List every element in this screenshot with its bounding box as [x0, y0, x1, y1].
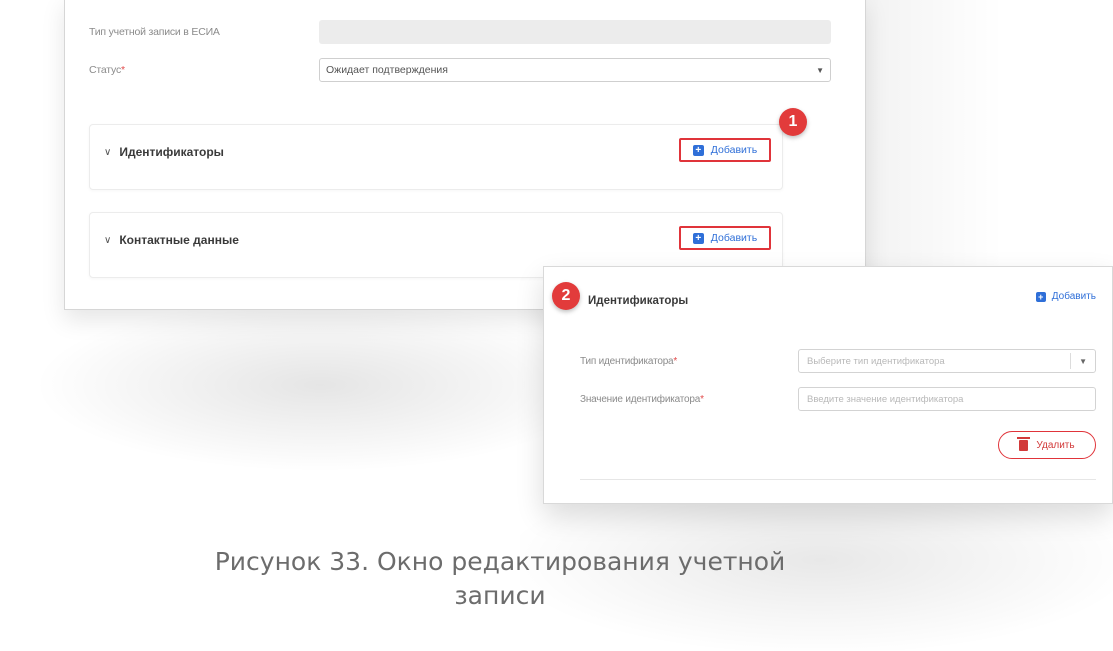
callout-badge-2: 2 [552, 282, 580, 310]
delete-label: Удалить [1036, 439, 1075, 451]
id-type-placeholder: Выберите тип идентификатора [807, 355, 945, 367]
identifiers-section-header[interactable]: ∨ Идентификаторы [104, 145, 224, 159]
caption-line-2: записи [454, 581, 546, 610]
status-select[interactable]: Ожидает подтверждения ▼ [319, 58, 831, 82]
plus-square-icon: + [692, 144, 704, 156]
status-label: Статус* [89, 64, 125, 76]
callout-badge-1: 1 [779, 108, 807, 136]
add-contact-button[interactable]: + Добавить [679, 226, 771, 250]
select-divider [1070, 353, 1072, 369]
id-value-placeholder: Введите значение идентификатора [807, 393, 964, 405]
background-shadow [40, 300, 600, 470]
caption-line-1: Рисунок 33. Окно редактирования учетной [214, 547, 786, 576]
zoom-panel-title: Идентификаторы [588, 295, 689, 307]
id-type-select[interactable]: Выберите тип идентификатора ▼ [798, 349, 1096, 373]
caret-down-icon: ▼ [1079, 356, 1087, 366]
contacts-section-header[interactable]: ∨ Контактные данные [104, 233, 239, 247]
plus-square-icon: + [692, 232, 704, 244]
esia-type-label: Тип учетной записи в ЕСИА [89, 26, 220, 38]
figure-caption: Рисунок 33. Окно редактирования учетной … [0, 545, 1000, 613]
add-identifier-button[interactable]: + Добавить [679, 138, 771, 162]
chevron-down-icon: ∨ [104, 234, 112, 246]
chevron-down-icon: ∨ [104, 146, 112, 158]
delete-button[interactable]: Удалить [998, 431, 1096, 459]
esia-type-row: Тип учетной записи в ЕСИА [89, 20, 831, 44]
zoom-add-button[interactable]: + Добавить [1035, 291, 1096, 302]
id-value-label: Значение идентификатора* [580, 393, 704, 405]
identifiers-section-title: Идентификаторы [119, 145, 224, 159]
add-identifier-label: Добавить [710, 144, 758, 156]
status-row: Статус* Ожидает подтверждения ▼ [89, 58, 831, 82]
id-value-input[interactable]: Введите значение идентификатора [798, 387, 1096, 411]
id-type-row: Тип идентификатора* Выберите тип идентиф… [580, 349, 1096, 373]
zoom-add-label: Добавить [1051, 291, 1096, 302]
divider [580, 479, 1096, 480]
id-type-label: Тип идентификатора* [580, 355, 678, 367]
plus-square-icon: + [1035, 291, 1046, 302]
account-edit-window: Тип учетной записи в ЕСИА Статус* Ожидае… [64, 0, 866, 310]
status-select-value: Ожидает подтверждения [326, 64, 448, 76]
contacts-section-title: Контактные данные [119, 233, 239, 247]
esia-type-field [319, 20, 831, 44]
identifiers-zoom-panel: Идентификаторы + Добавить Тип идентифика… [543, 266, 1113, 504]
id-value-row: Значение идентификатора* Введите значени… [580, 387, 1096, 411]
caret-down-icon: ▼ [816, 65, 824, 75]
trash-icon [1017, 436, 1031, 451]
add-contact-label: Добавить [710, 232, 758, 244]
